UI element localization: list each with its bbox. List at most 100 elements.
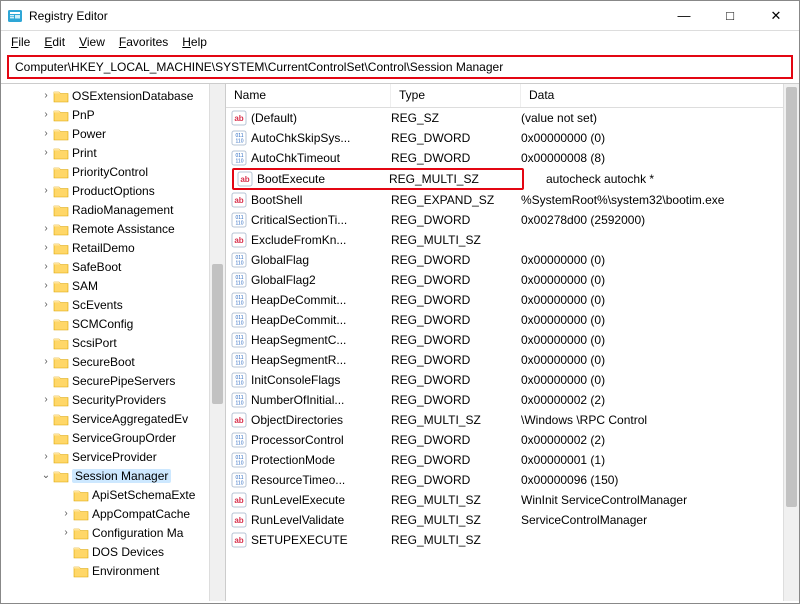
tree-item[interactable]: ServiceAggregatedEv [1, 409, 225, 428]
menu-view[interactable]: View [79, 35, 105, 49]
column-header[interactable]: Name Type Data [226, 84, 799, 108]
value-row[interactable]: SETUPEXECUTEREG_MULTI_SZ [226, 530, 799, 550]
content-area: ›OSExtensionDatabase›PnP›Power›PrintPrio… [1, 83, 799, 601]
tree-item[interactable]: ›Print [1, 143, 225, 162]
menu-file[interactable]: File [11, 35, 30, 49]
column-type[interactable]: Type [391, 84, 521, 107]
value-row[interactable]: RunLevelValidateREG_MULTI_SZServiceContr… [226, 510, 799, 530]
reg-binary-icon [231, 392, 247, 408]
value-row[interactable]: CriticalSectionTi...REG_DWORD0x00278d00 … [226, 210, 799, 230]
tree-item[interactable]: ›Configuration Ma [1, 523, 225, 542]
list-scrollbar[interactable] [783, 84, 799, 601]
value-row[interactable]: ProtectionModeREG_DWORD0x00000001 (1) [226, 450, 799, 470]
value-name: NumberOfInitial... [251, 393, 391, 407]
chevron-right-icon[interactable]: › [39, 260, 53, 274]
value-row[interactable]: HeapSegmentC...REG_DWORD0x00000000 (0) [226, 330, 799, 350]
close-button[interactable]: ✕ [753, 1, 799, 30]
value-row[interactable]: BootShellREG_EXPAND_SZ%SystemRoot%\syste… [226, 190, 799, 210]
chevron-right-icon[interactable]: › [39, 108, 53, 122]
tree-item[interactable]: ›ServiceProvider [1, 447, 225, 466]
value-row[interactable]: ResourceTimeo...REG_DWORD0x00000096 (150… [226, 470, 799, 490]
tree-item-label: SecurePipeServers [72, 374, 175, 388]
column-data[interactable]: Data [521, 84, 799, 107]
maximize-button[interactable]: □ [707, 1, 753, 30]
chevron-right-icon[interactable]: › [39, 184, 53, 198]
tree-item[interactable]: › RetailDemo [1, 238, 225, 257]
value-row[interactable]: (Default)REG_SZ(value not set) [226, 108, 799, 128]
chevron-right-icon[interactable]: › [39, 127, 53, 141]
menu-edit[interactable]: Edit [44, 35, 65, 49]
value-name: HeapSegmentC... [251, 333, 391, 347]
chevron-down-icon[interactable]: ⌄ [39, 469, 53, 483]
tree-item[interactable]: ScsiPort [1, 333, 225, 352]
tree-item-label: RetailDemo [72, 241, 135, 255]
column-name[interactable]: Name [226, 84, 391, 107]
menu-favorites[interactable]: Favorites [119, 35, 168, 49]
chevron-right-icon[interactable]: › [39, 146, 53, 160]
tree-item[interactable]: ServiceGroupOrder [1, 428, 225, 447]
value-row[interactable]: HeapDeCommit...REG_DWORD0x00000000 (0) [226, 310, 799, 330]
value-row[interactable]: AutoChkSkipSys...REG_DWORD0x00000000 (0) [226, 128, 799, 148]
value-row[interactable]: GlobalFlagREG_DWORD0x00000000 (0) [226, 250, 799, 270]
chevron-right-icon[interactable]: › [39, 298, 53, 312]
tree-item[interactable]: SecurePipeServers [1, 371, 225, 390]
value-name: ObjectDirectories [251, 413, 391, 427]
menu-help[interactable]: Help [182, 35, 207, 49]
tree-item[interactable]: ›SecurityProviders [1, 390, 225, 409]
value-row[interactable]: AutoChkTimeoutREG_DWORD0x00000008 (8) [226, 148, 799, 168]
chevron-right-icon[interactable]: › [39, 89, 53, 103]
chevron-right-icon[interactable]: › [39, 241, 53, 255]
values-pane[interactable]: Name Type Data (Default)REG_SZ(value not… [226, 84, 799, 601]
value-row[interactable]: ObjectDirectoriesREG_MULTI_SZ\Windows \R… [226, 410, 799, 430]
tree-item[interactable]: ›ScEvents [1, 295, 225, 314]
value-row[interactable]: RunLevelExecuteREG_MULTI_SZWinInit Servi… [226, 490, 799, 510]
tree-item[interactable]: ›SAM [1, 276, 225, 295]
folder-icon [73, 564, 89, 578]
value-type: REG_SZ [391, 111, 521, 125]
value-row[interactable]: NumberOfInitial...REG_DWORD0x00000002 (2… [226, 390, 799, 410]
value-name: SETUPEXECUTE [251, 533, 391, 547]
tree-item[interactable]: Environment [1, 561, 225, 580]
tree-item[interactable]: ›ProductOptions [1, 181, 225, 200]
tree-item[interactable]: ApiSetSchemaExte [1, 485, 225, 504]
tree-item[interactable]: DOS Devices [1, 542, 225, 561]
value-row[interactable]: GlobalFlag2REG_DWORD0x00000000 (0) [226, 270, 799, 290]
tree-item[interactable]: › SecureBoot [1, 352, 225, 371]
title-bar: Registry Editor — □ ✕ [1, 1, 799, 31]
chevron-right-icon[interactable]: › [39, 393, 53, 407]
value-row[interactable]: BootExecuteREG_MULTI_SZ [232, 168, 524, 190]
tree-item[interactable]: ›AppCompatCache [1, 504, 225, 523]
tree-item[interactable]: ›Remote Assistance [1, 219, 225, 238]
chevron-right-icon[interactable]: › [39, 355, 53, 369]
tree-item[interactable]: PriorityControl [1, 162, 225, 181]
value-data: ServiceControlManager [521, 513, 794, 527]
tree-item[interactable]: ›PnP [1, 105, 225, 124]
value-row[interactable]: HeapDeCommit...REG_DWORD0x00000000 (0) [226, 290, 799, 310]
chevron-right-icon[interactable]: › [39, 450, 53, 464]
tree-item[interactable]: RadioManagement [1, 200, 225, 219]
chevron-right-icon[interactable]: › [39, 222, 53, 236]
value-row[interactable]: HeapSegmentR...REG_DWORD0x00000000 (0) [226, 350, 799, 370]
value-data: 0x00000008 (8) [521, 151, 794, 165]
tree-item[interactable]: ›OSExtensionDatabase [1, 86, 225, 105]
tree-item[interactable]: ⌄Session Manager [1, 466, 225, 485]
value-row[interactable]: InitConsoleFlagsREG_DWORD0x00000000 (0) [226, 370, 799, 390]
tree-item[interactable]: ›Power [1, 124, 225, 143]
tree-item-label: SecureBoot [72, 355, 135, 369]
tree-item-label: DOS Devices [92, 545, 164, 559]
tree-item[interactable]: ›SafeBoot [1, 257, 225, 276]
minimize-button[interactable]: — [661, 1, 707, 30]
value-type: REG_MULTI_SZ [391, 513, 521, 527]
value-data: 0x00000000 (0) [521, 131, 794, 145]
tree-pane[interactable]: ›OSExtensionDatabase›PnP›Power›PrintPrio… [1, 84, 226, 601]
tree-item[interactable]: SCMConfig [1, 314, 225, 333]
value-row[interactable]: ProcessorControlREG_DWORD0x00000002 (2) [226, 430, 799, 450]
address-bar[interactable]: Computer\HKEY_LOCAL_MACHINE\SYSTEM\Curre… [7, 55, 793, 79]
reg-binary-icon [231, 272, 247, 288]
reg-string-icon [237, 171, 253, 187]
chevron-right-icon[interactable]: › [59, 526, 73, 540]
chevron-right-icon[interactable]: › [59, 507, 73, 521]
value-row[interactable]: ExcludeFromKn...REG_MULTI_SZ [226, 230, 799, 250]
chevron-right-icon[interactable]: › [39, 279, 53, 293]
tree-scrollbar[interactable] [209, 84, 225, 601]
